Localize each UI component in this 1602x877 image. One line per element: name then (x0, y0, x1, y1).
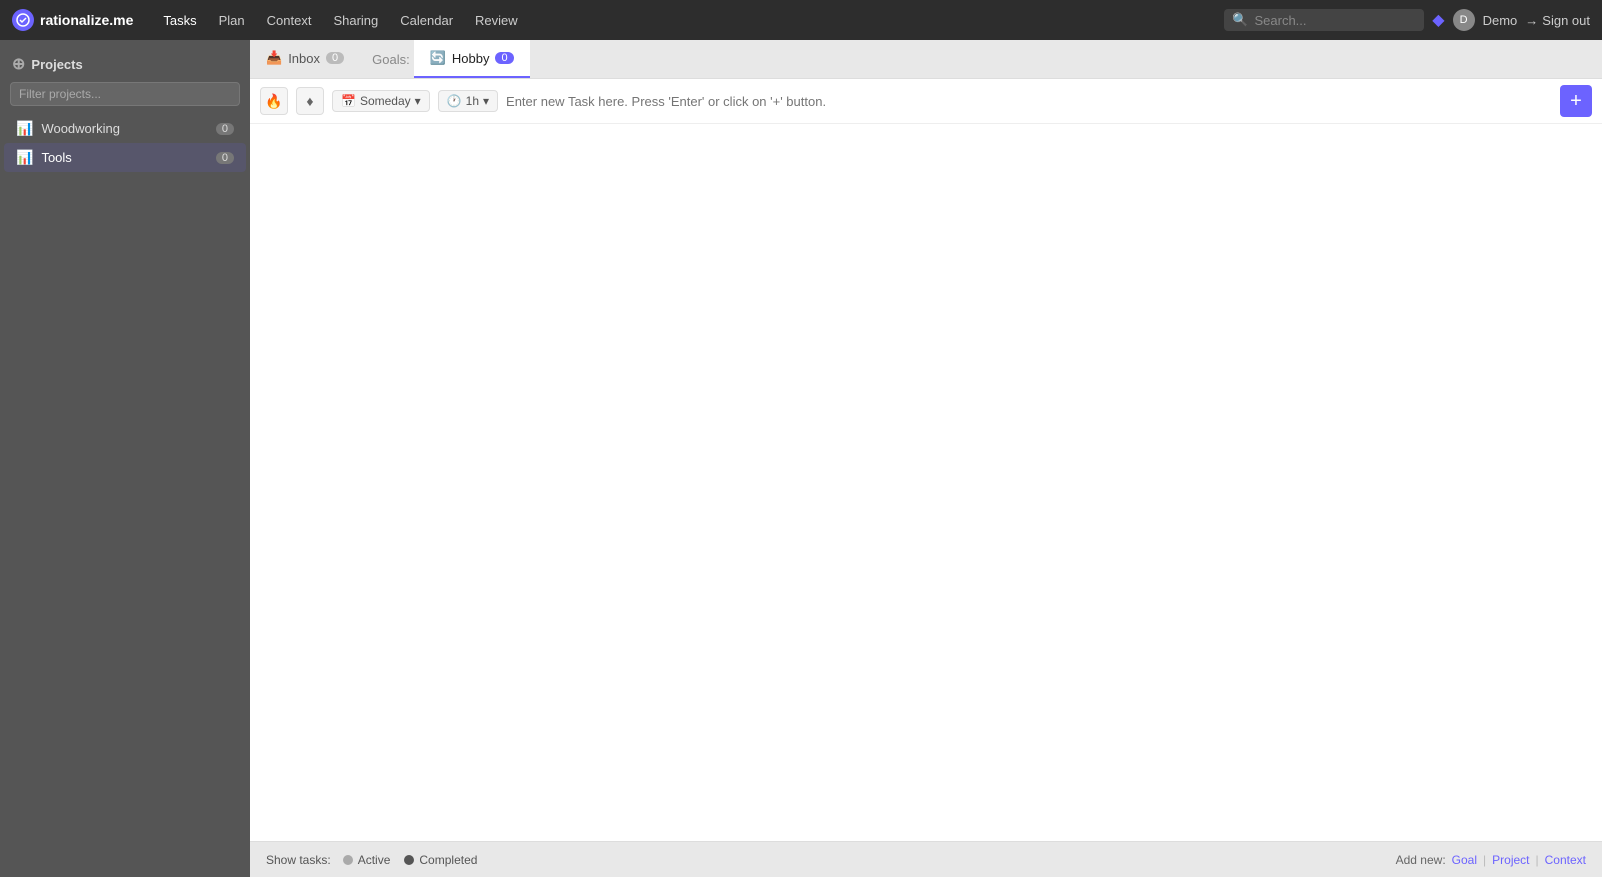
search-box[interactable]: 🔍 (1224, 9, 1424, 31)
sign-out-button[interactable]: → Sign out (1525, 13, 1590, 28)
task-input-bar: 🔥 ♦ 📅 Someday ▾ 🕐 1h ▾ + (250, 79, 1602, 124)
sidebar-item-tools[interactable]: 📊 Tools 0 (4, 143, 246, 172)
separator: | (1536, 853, 1539, 867)
completed-radio (404, 855, 414, 865)
sign-out-label: Sign out (1542, 13, 1590, 28)
tab-goals-label: Goals: (360, 42, 414, 77)
top-nav: rationalize.me Tasks Plan Context Sharin… (0, 0, 1602, 40)
nav-tasks[interactable]: Tasks (153, 9, 206, 32)
diamond-btn[interactable]: ♦ (296, 87, 324, 115)
task-add-button[interactable]: + (1560, 85, 1592, 117)
clock-icon: 🕐 (447, 94, 462, 108)
sidebar-item-count: 0 (216, 152, 234, 164)
tabs-bar: 📥 Inbox 0 Goals: 🔄 Hobby 0 (250, 40, 1602, 79)
sidebar-item-label: Woodworking (41, 121, 120, 136)
sidebar-item-count: 0 (216, 123, 234, 135)
projects-header: ⊕ Projects (0, 50, 250, 82)
tab-inbox-label: Inbox (288, 51, 320, 66)
tab-hobby[interactable]: 🔄 Hobby 0 (414, 40, 530, 78)
content: 📥 Inbox 0 Goals: 🔄 Hobby 0 🔥 ♦ 📅 Someday (250, 40, 1602, 877)
someday-dropdown[interactable]: 📅 Someday ▾ (332, 90, 430, 112)
separator: | (1483, 853, 1486, 867)
task-content-area (250, 124, 1602, 841)
search-icon: 🔍 (1232, 12, 1248, 28)
completed-label: Completed (419, 853, 477, 867)
show-tasks-label: Show tasks: (266, 853, 331, 867)
add-new-label: Add new: (1396, 853, 1446, 867)
sidebar: ⊕ Projects 📊 Woodworking 0 📊 Tools 0 (0, 40, 250, 877)
inbox-icon: 📥 (266, 50, 282, 66)
nav-calendar[interactable]: Calendar (390, 9, 463, 32)
sidebar-item-label: Tools (41, 150, 71, 165)
project-icon: 📊 (16, 149, 33, 166)
nav-sharing[interactable]: Sharing (323, 9, 388, 32)
tab-inbox-count: 0 (326, 52, 344, 64)
time-label: 1h (466, 94, 479, 108)
sidebar-filter[interactable] (10, 82, 240, 106)
filter-active[interactable]: Active (343, 853, 391, 867)
main-area: ⊕ Projects 📊 Woodworking 0 📊 Tools 0 📥 I… (0, 40, 1602, 877)
fire-icon: 🔥 (265, 93, 282, 110)
diamond-small-icon: ♦ (306, 93, 313, 109)
hobby-icon: 🔄 (430, 50, 446, 66)
add-project-link[interactable]: Project (1492, 853, 1529, 867)
topnav-right: 🔍 ◆ D Demo → Sign out (1224, 9, 1590, 31)
active-radio (343, 855, 353, 865)
logo-text: rationalize.me (40, 12, 133, 28)
filter-input[interactable] (10, 82, 240, 106)
nav-items: Tasks Plan Context Sharing Calendar Revi… (153, 9, 527, 32)
bottom-bar-right: Add new: Goal | Project | Context (1396, 853, 1586, 867)
time-dropdown[interactable]: 🕐 1h ▾ (438, 90, 498, 112)
sign-out-icon: → (1525, 13, 1538, 28)
search-input[interactable] (1254, 13, 1416, 28)
filter-completed[interactable]: Completed (404, 853, 477, 867)
add-goal-link[interactable]: Goal (1452, 853, 1477, 867)
active-label: Active (358, 853, 391, 867)
tab-hobby-label: Hobby (452, 51, 490, 66)
avatar: D (1453, 9, 1475, 31)
add-context-link[interactable]: Context (1545, 853, 1586, 867)
project-icon: 📊 (16, 120, 33, 137)
nav-plan[interactable]: Plan (209, 9, 255, 32)
chevron-down-icon: ▾ (483, 94, 489, 108)
diamond-icon: ◆ (1432, 10, 1444, 30)
logo[interactable]: rationalize.me (12, 9, 133, 31)
user-name[interactable]: Demo (1483, 13, 1518, 28)
projects-label: Projects (31, 57, 82, 72)
someday-label: Someday (360, 94, 411, 108)
chevron-down-icon: ▾ (415, 94, 421, 108)
nav-review[interactable]: Review (465, 9, 528, 32)
fire-icon-btn[interactable]: 🔥 (260, 87, 288, 115)
calendar-icon: 📅 (341, 94, 356, 108)
add-project-icon[interactable]: ⊕ (12, 54, 25, 74)
bottom-bar: Show tasks: Active Completed Add new: Go… (250, 841, 1602, 877)
tab-hobby-count: 0 (495, 52, 513, 64)
sidebar-item-woodworking[interactable]: 📊 Woodworking 0 (4, 114, 246, 143)
task-input[interactable] (506, 94, 1552, 109)
logo-icon (12, 9, 34, 31)
tab-inbox[interactable]: 📥 Inbox 0 (250, 40, 360, 78)
nav-context[interactable]: Context (257, 9, 322, 32)
